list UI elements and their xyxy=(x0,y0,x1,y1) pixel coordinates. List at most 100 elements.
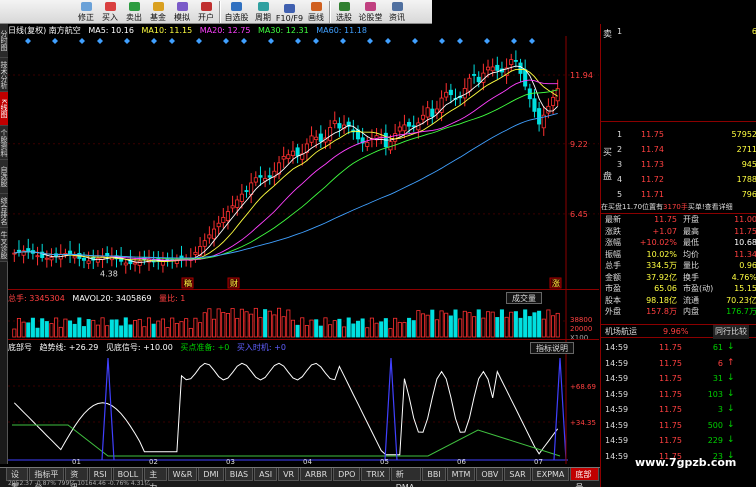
toolbar-button[interactable]: 画线 xyxy=(304,0,328,24)
left-tab[interactable]: 综合排名 xyxy=(0,194,8,228)
stat-label: 市盈 xyxy=(605,284,621,293)
toolbar-button[interactable]: 模拟 xyxy=(170,0,194,24)
tick-price: 11.75 xyxy=(659,389,682,399)
toolbar-button[interactable]: 论股堂 xyxy=(356,0,385,24)
buy-ready-label: 买点准备: +0 xyxy=(180,343,230,352)
indicator-tab[interactable]: DPO xyxy=(333,468,361,481)
volume-bar xyxy=(114,319,119,338)
candle-body xyxy=(430,108,435,117)
left-tab[interactable]: 自选股 xyxy=(0,160,8,194)
volume-bar xyxy=(434,319,439,338)
candle-body xyxy=(537,108,542,125)
toolbar-button-label: F10/F9 xyxy=(275,14,304,23)
stat-value: 4.76% xyxy=(731,272,756,282)
toolbar-button[interactable]: 卖出 xyxy=(122,0,146,24)
toolbar-button[interactable]: 周期 xyxy=(251,0,275,24)
volume-info-bar: 总手: 3345304 MAVOL20: 3405869 量比: 1 xyxy=(8,293,190,305)
candle-body xyxy=(472,74,477,76)
diamond-marker xyxy=(241,38,247,44)
toolbar-button[interactable]: 修正 xyxy=(74,0,98,24)
buy-time-label: 买入时机: +0 xyxy=(236,343,286,352)
big-order-notice[interactable]: 在买盘11.70位置有3170手买单!查看详细 xyxy=(601,200,756,214)
stat-value: 10.02% xyxy=(646,249,677,259)
tick-price: 11.75 xyxy=(659,358,682,368)
volume-bar xyxy=(263,309,268,338)
sector-name[interactable]: 机场航运 xyxy=(605,325,637,339)
chart-area[interactable]: 11.94 9.22 6.45 4.38 稿 财 涨 38800 20000 X100 +68.69… xyxy=(8,24,599,464)
volume-bar xyxy=(365,327,370,338)
indicator-tab[interactable]: EXPMA xyxy=(531,468,570,481)
volume-bar xyxy=(300,317,305,338)
tick-qty: 61 xyxy=(712,343,723,352)
candle-body xyxy=(211,228,217,240)
stat-label: 内盘 xyxy=(683,307,699,316)
volume-bar xyxy=(485,311,491,338)
toolbar-button[interactable]: F10/F9 xyxy=(275,0,304,24)
indicator-tab[interactable]: MTM xyxy=(446,468,476,481)
volume-bar xyxy=(184,318,189,338)
bid-price: 11.74 xyxy=(641,145,664,154)
compare-button[interactable]: 同行比较 xyxy=(713,325,749,339)
indicator-tab[interactable]: 新DMA xyxy=(390,468,422,487)
volume-bar xyxy=(416,310,421,338)
candle-body xyxy=(123,262,128,266)
candle-body xyxy=(328,127,333,141)
volume-bar xyxy=(272,314,277,338)
volume-bar xyxy=(58,326,63,338)
toolbar-button[interactable]: 开户 xyxy=(194,0,218,24)
diamond-marker xyxy=(511,38,517,44)
volume-bar xyxy=(68,320,73,338)
kline-chart[interactable]: 11.94 9.22 6.45 4.38 稿 财 涨 3880020000X100 +68.69… xyxy=(8,24,599,464)
indicator-tab[interactable]: VR xyxy=(278,468,300,481)
indicator-tab[interactable]: SAR xyxy=(504,468,531,481)
tick-price: 11.75 xyxy=(659,343,682,352)
indicator-help-button[interactable]: 指标说明 xyxy=(530,342,574,354)
volume-bar xyxy=(286,309,291,338)
indicator-tab[interactable]: ARBR xyxy=(300,468,333,481)
left-tab[interactable]: 个股资料 xyxy=(0,126,8,160)
indicator-tab[interactable]: ASI xyxy=(254,468,278,481)
volume-bar xyxy=(397,322,402,338)
volume-bar xyxy=(86,319,91,338)
volume-bar xyxy=(532,312,537,338)
indicator-tab[interactable]: TRIX xyxy=(361,468,390,481)
diamond-marker xyxy=(97,38,103,44)
bid-row: 3 11.73 945 xyxy=(601,157,756,172)
diamond-marker xyxy=(124,38,130,44)
candle-body xyxy=(267,175,272,178)
candle-body xyxy=(258,175,263,178)
toolbar-button[interactable]: 自选股 xyxy=(222,0,251,24)
tick-time: 14:59 xyxy=(605,358,629,368)
toolbar-button[interactable]: 基金 xyxy=(146,0,170,24)
indicator-tab[interactable]: BIAS xyxy=(224,468,254,481)
toolbar-button[interactable]: 资讯 xyxy=(385,0,409,24)
stat-label: 总手 xyxy=(605,261,621,270)
left-tab[interactable]: K线图 xyxy=(0,92,8,126)
volume-bar xyxy=(453,309,458,338)
left-tab[interactable]: 分时图 xyxy=(0,24,8,58)
toolbar-button-icon xyxy=(152,2,164,11)
indicator-tab[interactable]: DMI xyxy=(198,468,224,481)
left-tab[interactable]: 牛叉诊股 xyxy=(0,228,8,262)
indicator-tab[interactable]: W&R xyxy=(167,468,198,481)
volume-bar xyxy=(509,311,514,338)
volume-selector-button[interactable]: 成交量 xyxy=(506,292,542,304)
left-tab[interactable]: 技术分析 xyxy=(0,58,8,92)
candle-body xyxy=(411,125,416,128)
toolbar-button-label: 买入 xyxy=(102,13,118,22)
bid-price: 11.72 xyxy=(641,175,664,184)
bottom-signal-spike xyxy=(384,357,398,461)
month-label: 01 xyxy=(72,458,81,464)
diamond-marker xyxy=(25,38,31,44)
diamond-marker xyxy=(151,38,157,44)
stat-value: 334.5万 xyxy=(646,261,677,270)
toolbar-button[interactable]: 选股 xyxy=(332,0,356,24)
volume-bar xyxy=(546,309,551,338)
indicator-tab[interactable]: 底部号 xyxy=(570,468,599,487)
stat-label: 换手 xyxy=(683,272,699,282)
volume-bar xyxy=(40,318,45,338)
indicator-tab[interactable]: OBV xyxy=(476,468,504,481)
toolbar-button[interactable]: 买入 xyxy=(98,0,122,24)
candle-body xyxy=(86,260,91,264)
indicator-tab[interactable]: BBI xyxy=(422,468,446,481)
